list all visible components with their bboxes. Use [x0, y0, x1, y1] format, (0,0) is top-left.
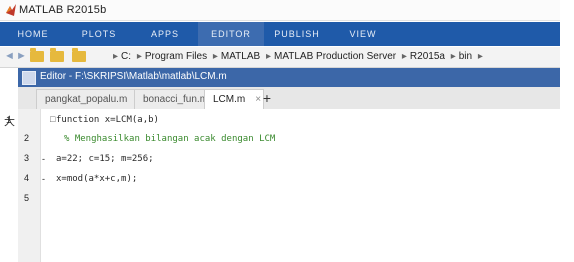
path-segment[interactable]: MATLAB	[221, 51, 260, 62]
title-bar: MATLAB R2015b	[0, 0, 560, 21]
tab-home[interactable]: HOME	[0, 22, 66, 46]
matlab-logo-icon	[6, 4, 16, 16]
window-title: MATLAB R2015b	[19, 4, 107, 16]
tab-view[interactable]: VIEW	[330, 22, 396, 46]
up-folder-icon[interactable]	[30, 48, 44, 62]
new-tab-button[interactable]: +	[258, 89, 276, 107]
line-number: 1	[6, 115, 12, 125]
code-line-comment[interactable]: % Menghasilkan bilangan acak dengan LCM	[64, 134, 275, 144]
file-tab[interactable]: bonacci_fun.m×	[134, 89, 224, 109]
browse-folder-icon[interactable]	[50, 48, 64, 62]
path-segment[interactable]: R2015a	[410, 51, 445, 62]
code-line[interactable]: function x=LCM(a,b)	[56, 115, 159, 125]
tab-publish[interactable]: PUBLISH	[264, 22, 330, 46]
file-tab-label: LCM.m	[213, 94, 246, 105]
breakpoint-dash[interactable]: -	[42, 154, 45, 164]
path-segment[interactable]: bin	[459, 51, 472, 62]
tab-plots[interactable]: PLOTS	[66, 22, 132, 46]
line-number: 4	[24, 173, 30, 183]
line-number: 3	[24, 153, 30, 163]
window-right-edge	[560, 0, 574, 262]
path-segment[interactable]: MATLAB Production Server	[274, 51, 396, 62]
breakpoint-dash[interactable]: -	[42, 174, 45, 184]
breadcrumb: ▸ C: ▸ Program Files ▸ MATLAB ▸ MATLAB Produ…	[113, 51, 483, 62]
file-tab-active[interactable]: LCM.m ×	[204, 89, 264, 109]
current-folder-icon	[72, 48, 86, 62]
address-bar: ◄ ► ▸ C: ▸ Program Files ▸ MATLAB ▸ MATLAB P…	[0, 47, 560, 68]
back-arrow-icon[interactable]: ◄	[4, 50, 15, 62]
file-tab-label: pangkat_popalu.m	[45, 94, 128, 105]
line-numbers: 2 3 4 5	[18, 109, 41, 262]
path-segment[interactable]: C:	[121, 51, 131, 62]
left-gutter: ⼤	[0, 109, 18, 262]
path-segment[interactable]: Program Files	[145, 51, 207, 62]
fold-marker-icon[interactable]: □	[50, 114, 55, 124]
editor-icon	[22, 71, 36, 85]
ribbon-tabs: HOME PLOTS APPS EDITOR PUBLISH VIEW	[0, 22, 560, 46]
matlab-window: MATLAB R2015b HOME PLOTS APPS EDITOR PUB…	[0, 0, 560, 262]
tab-editor[interactable]: EDITOR	[198, 22, 264, 46]
tab-apps[interactable]: APPS	[132, 22, 198, 46]
line-number: 2	[24, 133, 30, 143]
file-tabs: pangkat_popalu.m× bonacci_fun.m× LCM.m× …	[18, 87, 560, 110]
file-tab[interactable]: pangkat_popalu.m×	[36, 89, 143, 109]
editor-title: Editor - F:\SKRIPSI\Matlab\matlab\LCM.m	[40, 71, 227, 82]
code-editor[interactable]: 2 3 4 5 1 - - □ function x=LCM(a,b) % Me…	[6, 109, 560, 262]
file-tab-label: bonacci_fun.m	[143, 94, 209, 105]
forward-arrow-icon[interactable]: ►	[16, 50, 27, 62]
code-line[interactable]: x=mod(a*x+c,m);	[56, 174, 137, 184]
editor-title-bar: Editor - F:\SKRIPSI\Matlab\matlab\LCM.m	[18, 68, 560, 87]
line-number: 5	[24, 193, 30, 203]
code-line[interactable]: a=22; c=15; m=256;	[56, 154, 154, 164]
